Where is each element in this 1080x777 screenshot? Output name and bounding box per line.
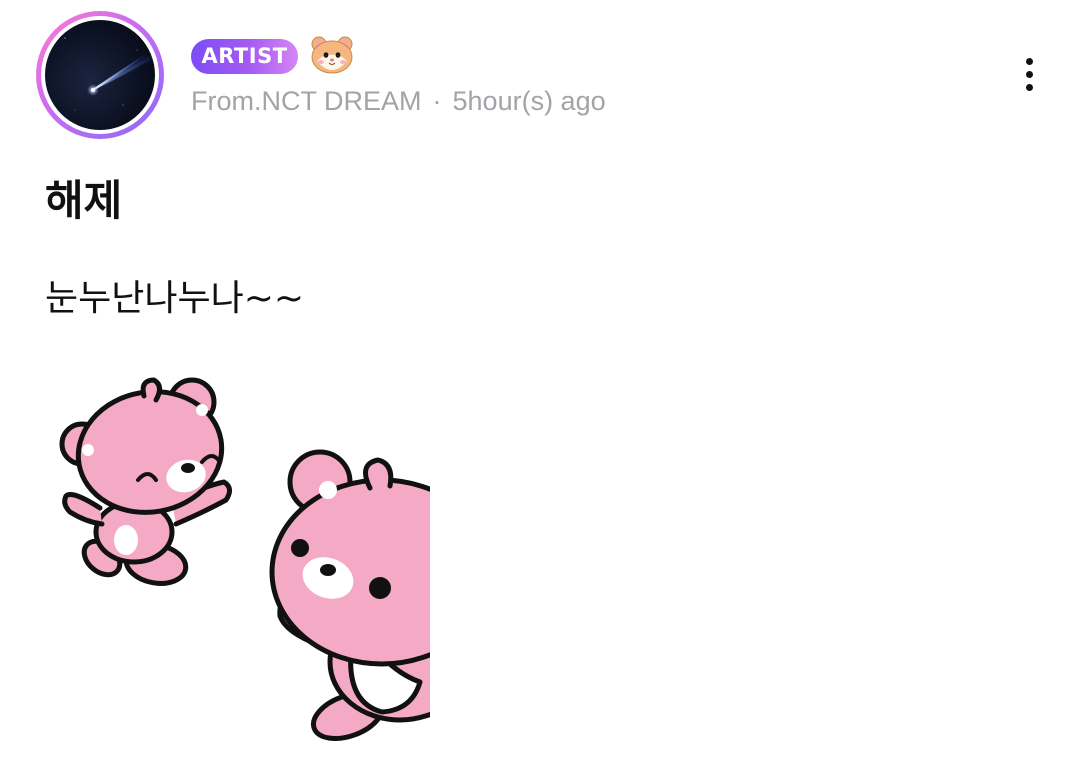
more-vertical-icon-dot bbox=[1026, 71, 1033, 78]
avatar-frame bbox=[41, 16, 159, 134]
shooting-star-image bbox=[64, 37, 155, 111]
more-options-button[interactable] bbox=[1010, 52, 1050, 100]
big-bear-image bbox=[269, 449, 430, 741]
post-body: 눈누난나누나~~ bbox=[45, 278, 305, 319]
author-source[interactable]: From.NCT DREAM bbox=[191, 86, 422, 116]
avatar-ring[interactable] bbox=[36, 11, 164, 139]
artist-badge: ARTIST bbox=[191, 39, 298, 74]
pink-bears-sticker[interactable] bbox=[52, 372, 430, 742]
post-meta: From.NCT DREAM · 5hour(s) ago bbox=[191, 84, 606, 118]
post-time: 5hour(s) ago bbox=[452, 86, 606, 116]
hamster-icon bbox=[309, 33, 355, 75]
meta-separator: · bbox=[432, 86, 442, 116]
more-vertical-icon-dot bbox=[1026, 84, 1033, 91]
more-vertical-icon bbox=[1026, 58, 1033, 65]
post-title: 해제 bbox=[45, 176, 123, 225]
avatar[interactable] bbox=[45, 20, 155, 130]
